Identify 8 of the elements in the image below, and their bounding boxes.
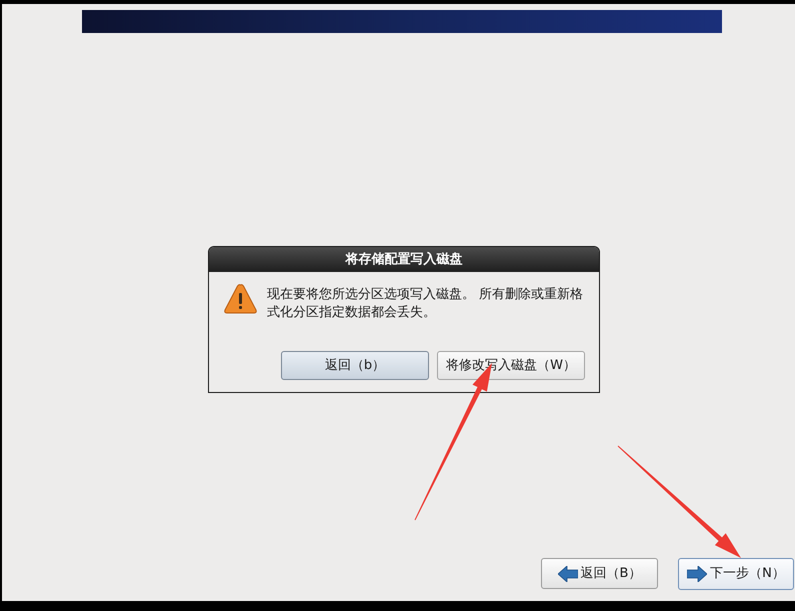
dialog-title: 将存储配置写入磁盘 <box>209 247 599 272</box>
warning-icon <box>224 283 257 314</box>
right-arrow-icon <box>687 566 708 582</box>
dialog-button[interactable]: 返回（b） <box>281 351 429 380</box>
next-button[interactable]: 下一步（N） <box>678 558 794 590</box>
back-button[interactable]: 返回（B） <box>541 558 658 589</box>
dialog-message: 现在要将您所选分区选项写入磁盘。 所有删除或重新格式化分区指定数据都会丢失。 <box>267 286 584 322</box>
left-arrow-icon <box>558 566 578 582</box>
